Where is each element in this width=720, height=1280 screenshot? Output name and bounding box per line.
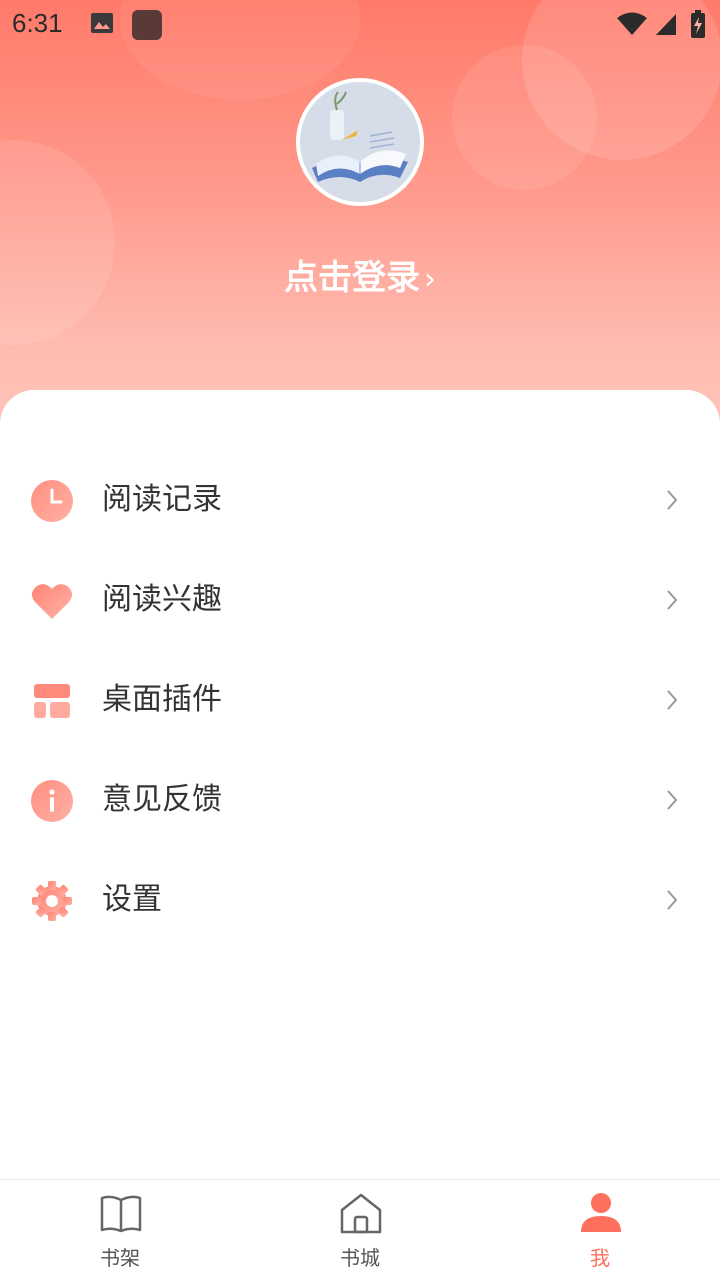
app-notification-icon [132,10,162,40]
nav-label: 我 [590,1246,610,1270]
wifi-icon [617,12,647,35]
decor-bubble [452,45,597,190]
chevron-right-icon [667,590,678,610]
chevron-right-icon [667,490,678,510]
battery-charging-icon [691,10,705,38]
nav-label: 书城 [340,1246,380,1270]
nav-label: 书架 [100,1246,140,1270]
chevron-right-icon [667,690,678,710]
menu-card: 阅读记录 阅读兴趣 桌面插件 意见反馈 设置 [0,390,720,1180]
person-icon [581,1193,621,1232]
chevron-right-icon [667,890,678,910]
profile-header [0,0,720,420]
login-link[interactable]: 点击登录 › [0,250,720,299]
open-book-avatar-icon [300,82,420,202]
decor-bubble [0,140,115,345]
info-icon [31,780,73,822]
menu-item-settings[interactable]: 设置 [0,850,720,950]
menu-item-desktop-widget[interactable]: 桌面插件 [0,650,720,750]
nav-bookstore[interactable]: 书城 [240,1180,480,1280]
menu-item-feedback[interactable]: 意见反馈 [0,750,720,850]
menu-item-reading-history[interactable]: 阅读记录 [0,450,720,550]
menu-item-label: 桌面插件 [102,682,222,717]
widget-icon [34,684,70,718]
clock-icon [31,480,73,522]
heart-icon [31,584,73,619]
status-time: 6:31 [12,8,63,38]
menu-item-label: 意见反馈 [102,782,222,817]
home-icon [340,1193,382,1234]
signal-icon [656,14,676,35]
book-open-icon [100,1195,142,1233]
nav-bookshelf[interactable]: 书架 [0,1180,240,1280]
nav-me[interactable]: 我 [480,1180,720,1280]
chevron-right-icon [667,790,678,810]
bottom-nav: 书架 书城 我 [0,1179,720,1280]
login-text: 点击登录 [284,258,420,298]
chevron-right-icon: › [424,262,436,297]
status-bar: 6:31 [0,0,720,50]
gear-icon [32,881,72,921]
menu-item-label: 设置 [102,882,162,917]
menu-item-label: 阅读兴趣 [102,582,222,617]
menu-item-label: 阅读记录 [102,482,222,517]
menu-item-reading-interests[interactable]: 阅读兴趣 [0,550,720,650]
avatar[interactable] [296,78,424,206]
image-notification-icon [91,13,113,33]
